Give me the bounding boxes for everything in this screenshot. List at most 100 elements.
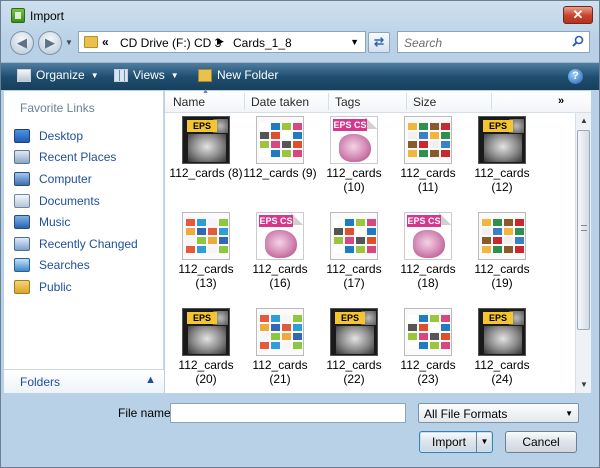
column-header-size[interactable]: Size [413, 95, 436, 109]
card-swatch [419, 315, 428, 322]
file-item[interactable]: EPS 112_cards (22) [317, 306, 391, 402]
card-swatch [515, 228, 524, 235]
file-item[interactable]: EPS 112_cards (8) [169, 114, 243, 210]
card-swatch [260, 141, 269, 148]
breadcrumb-cards-folder[interactable]: Cards_1_8 [233, 36, 292, 50]
card-swatch [408, 123, 417, 130]
column-header-date-taken[interactable]: Date taken [251, 95, 309, 109]
nav-item-documents[interactable]: Documents [14, 190, 162, 212]
scroll-up-icon[interactable]: ▲ [576, 113, 592, 129]
file-item[interactable]: EPS 112_cards (12) [465, 114, 539, 210]
folders-toggle[interactable]: Folders ▲ [4, 369, 164, 393]
file-item[interactable]: EPS CS 112_cards (18) [391, 210, 465, 306]
file-item[interactable]: EPS 112_cards (20) [169, 306, 243, 402]
eps-cs-file-thumbnail: EPS CS [256, 212, 304, 260]
organize-button[interactable]: Organize ▼ [17, 68, 99, 82]
card-swatch [430, 342, 439, 349]
file-item[interactable]: EPS CS 112_cards (16) [243, 210, 317, 306]
views-icon [114, 68, 128, 82]
file-item[interactable]: EPS CS 112_cards (10) [317, 114, 391, 210]
breadcrumb-separator-icon[interactable]: ▶ [217, 36, 224, 47]
column-divider[interactable] [328, 93, 329, 110]
scrollbar-thumb[interactable] [577, 130, 590, 330]
file-item[interactable]: 112_cards (17) [317, 210, 391, 306]
file-item[interactable]: EPS 112_cards (24) [465, 306, 539, 402]
nav-item-label: Public [39, 279, 72, 294]
file-name: 112_cards (11) [400, 166, 456, 194]
nav-item-desktop[interactable]: Desktop [14, 125, 162, 147]
card-swatch [482, 219, 491, 226]
card-sheet-thumbnail [404, 308, 452, 356]
eps-cs-badge: EPS CS [333, 119, 367, 131]
eps-artwork [188, 326, 226, 354]
file-item[interactable]: 112_cards (21) [243, 306, 317, 402]
favorite-links-list: Desktop Recent Places Computer Documents… [14, 125, 162, 298]
column-header-tags[interactable]: Tags [335, 95, 360, 109]
card-swatch [293, 324, 302, 331]
documents-icon [14, 193, 30, 208]
card-swatch [515, 246, 524, 253]
card-swatch [356, 228, 365, 235]
history-dropdown-icon[interactable]: ▼ [65, 38, 73, 47]
card-swatch [260, 123, 269, 130]
card-swatch [419, 333, 428, 340]
column-divider[interactable] [244, 93, 245, 110]
vertical-scrollbar[interactable]: ▲ ▼ [575, 113, 591, 393]
more-columns-icon[interactable]: » [558, 95, 564, 107]
breadcrumb-cd-drive[interactable]: CD Drive (F:) CD 3 [120, 36, 221, 50]
card-swatch [293, 123, 302, 130]
file-item[interactable]: 112_cards (19) [465, 210, 539, 306]
new-folder-button[interactable]: New Folder [198, 68, 278, 82]
card-swatch [367, 246, 376, 253]
close-button[interactable]: ✕ [563, 6, 593, 24]
refresh-button[interactable]: ⇄ [368, 32, 390, 53]
search-input[interactable]: Search [397, 31, 590, 53]
help-icon[interactable]: ? [568, 69, 583, 84]
file-item[interactable]: 112_cards (23) [391, 306, 465, 402]
card-swatch [430, 333, 439, 340]
nav-item-searches[interactable]: Searches [14, 255, 162, 277]
file-item[interactable]: 112_cards (11) [391, 114, 465, 210]
address-dropdown-icon[interactable]: ▼ [350, 37, 359, 47]
nav-item-computer[interactable]: Computer [14, 168, 162, 190]
card-swatch [504, 228, 513, 235]
card-swatch [482, 228, 491, 235]
file-name-input[interactable] [170, 403, 406, 423]
file-item[interactable]: 112_cards (13) [169, 210, 243, 306]
folders-label: Folders [20, 375, 61, 389]
card-sheet-thumbnail [330, 212, 378, 260]
card-swatch [441, 141, 450, 148]
nav-item-music[interactable]: Music [14, 211, 162, 233]
searches-icon [14, 258, 30, 273]
search-icon[interactable] [572, 35, 584, 47]
card-swatch [293, 141, 302, 148]
eps-badge: EPS [483, 120, 513, 132]
new-folder-label: New Folder [217, 68, 279, 82]
file-format-select[interactable]: All File Formats ▼ [418, 403, 579, 423]
file-name: 112_cards (17) [326, 262, 382, 290]
nav-item-recent-places[interactable]: Recent Places [14, 147, 162, 169]
column-divider[interactable] [491, 93, 492, 110]
file-item[interactable]: 112_cards (9) [243, 114, 317, 210]
import-button[interactable]: Import ▼ [419, 431, 493, 453]
card-swatch [441, 132, 450, 139]
card-swatch [186, 228, 195, 235]
views-button[interactable]: Views ▼ [114, 68, 179, 82]
column-divider[interactable] [406, 93, 407, 110]
new-folder-icon [198, 68, 212, 82]
eps-badge: EPS [187, 120, 217, 132]
forward-button[interactable]: ▶ [38, 31, 62, 55]
import-options-chevron-icon[interactable]: ▼ [476, 432, 492, 452]
scroll-down-icon[interactable]: ▼ [576, 377, 592, 393]
address-overflow[interactable]: « [102, 35, 109, 49]
command-toolbar: Organize ▼ Views ▼ New Folder ? [1, 62, 599, 90]
card-swatch [282, 333, 291, 340]
cancel-button[interactable]: Cancel [505, 431, 577, 453]
column-header-name[interactable]: Name [173, 95, 205, 109]
card-swatch [293, 333, 302, 340]
address-bar[interactable]: « CD Drive (F:) CD 3 ▶ Cards_1_8 ▼ [78, 31, 366, 53]
back-button[interactable]: ◀ [10, 31, 34, 55]
nav-item-public[interactable]: Public [14, 276, 162, 298]
organize-label: Organize [36, 68, 85, 82]
nav-item-recently-changed[interactable]: Recently Changed [14, 233, 162, 255]
